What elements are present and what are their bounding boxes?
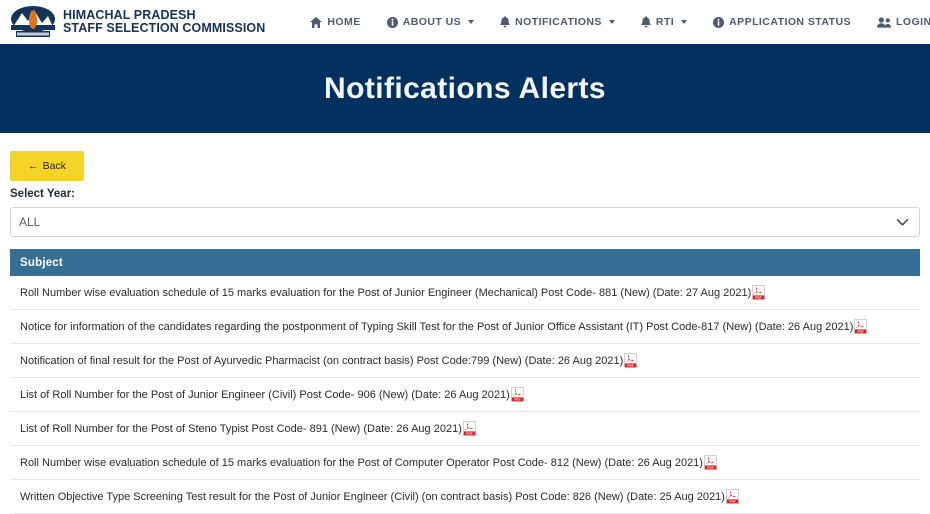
svg-text:PDF: PDF [858, 329, 864, 333]
pdf-icon[interactable]: PDF [726, 489, 739, 504]
page-content: ← Back Select Year: ALL Subject Roll Num… [0, 151, 930, 514]
brand-title: HIMACHAL PRADESH STAFF SELECTION COMMISS… [63, 7, 266, 36]
svg-text:PDF: PDF [628, 363, 634, 367]
table-row[interactable]: List of Roll Number for the Post of Juni… [10, 378, 920, 412]
table-row[interactable]: Roll Number wise evaluation schedule of … [10, 446, 920, 480]
nav-item-notifications-label: NOTIFICATIONS [515, 16, 602, 28]
table-row[interactable]: Roll Number wise evaluation schedule of … [10, 276, 920, 310]
brand-logo[interactable]: HIMACHAL PRADESH STAFF SELECTION COMMISS… [10, 5, 265, 39]
subject-text: Notification of final result for the Pos… [20, 354, 624, 367]
svg-text:PDF: PDF [514, 397, 520, 401]
table-cell-subject[interactable]: List of Roll Number for the Post of Sten… [20, 421, 476, 436]
svg-text:PDF: PDF [729, 499, 735, 503]
table-header-row: Subject [10, 249, 920, 276]
svg-text:PDF: PDF [466, 431, 472, 435]
subject-text: Notice for information of the candidates… [20, 320, 854, 333]
subject-text: List of Roll Number for the Post of Juni… [20, 388, 510, 401]
nav-item-application-status-label: APPLICATION STATUS [729, 16, 851, 28]
hpssc-mountain-emblem-icon [10, 5, 56, 39]
users-icon [876, 16, 891, 28]
pdf-icon[interactable]: PDF [854, 319, 868, 334]
table-cell-subject[interactable]: Roll Number wise evaluation schedule of … [20, 455, 717, 470]
back-button-label: Back [42, 160, 66, 172]
pdf-icon[interactable]: PDF [752, 285, 766, 300]
svg-text:PDF: PDF [756, 295, 762, 299]
home-icon [310, 16, 323, 28]
pdf-icon[interactable]: PDF [704, 455, 717, 470]
table-row[interactable]: Notification of final result for the Pos… [10, 344, 920, 378]
svg-text:PDF: PDF [707, 465, 713, 469]
notifications-table: Subject Roll Number wise evaluation sche… [10, 249, 920, 514]
table-row[interactable]: List of Roll Number for the Post of Sten… [10, 412, 920, 446]
nav-item-application-status[interactable]: APPLICATION STATUS [700, 10, 864, 34]
page-banner: Notifications Alerts [0, 44, 930, 133]
page-title: Notifications Alerts [324, 71, 606, 105]
nav-item-login-label: LOGIN [895, 16, 930, 28]
table-cell-subject[interactable]: Notice for information of the candidates… [20, 319, 868, 334]
table-row[interactable]: Written Objective Type Screening Test re… [10, 480, 920, 514]
nav-item-rti-label: RTI [655, 16, 675, 28]
table-cell-subject[interactable]: Written Objective Type Screening Test re… [20, 489, 739, 504]
select-year-label: Select Year: [10, 188, 76, 200]
table-cell-subject[interactable]: Notification of final result for the Pos… [20, 353, 638, 368]
top-navigation-bar: HIMACHAL PRADESH STAFF SELECTION COMMISS… [0, 0, 930, 44]
table-cell-subject[interactable]: List of Roll Number for the Post of Juni… [20, 387, 524, 402]
chevron-down-icon [468, 20, 475, 24]
nav-item-home[interactable]: HOME [297, 10, 373, 34]
bell-icon [641, 16, 651, 28]
table-cell-subject[interactable]: Roll Number wise evaluation schedule of … [20, 285, 766, 300]
chevron-down-icon [681, 20, 688, 24]
nav-item-home-label: HOME [327, 16, 361, 28]
subject-text: Written Objective Type Screening Test re… [20, 490, 725, 503]
bell-icon [500, 16, 510, 28]
table-row[interactable]: Notice for information of the candidates… [10, 310, 920, 344]
nav-item-login[interactable]: LOGIN [864, 10, 930, 34]
nav-item-about-us-label: ABOUT US [402, 16, 462, 28]
pdf-icon[interactable]: PDF [462, 421, 476, 436]
pdf-icon[interactable]: PDF [624, 353, 638, 368]
brand-line-2: STAFF SELECTION COMMISSION [63, 21, 266, 35]
info-circle-icon [386, 16, 398, 28]
subject-text: Roll Number wise evaluation schedule of … [20, 286, 752, 299]
subject-text: Roll Number wise evaluation schedule of … [20, 456, 703, 469]
select-year-dropdown[interactable]: ALL [10, 207, 920, 237]
arrow-left-icon: ← [28, 160, 39, 172]
subject-text: List of Roll Number for the Post of Sten… [20, 422, 462, 435]
select-year-wrapper: ALL [10, 200, 920, 237]
column-header-subject: Subject [20, 256, 63, 269]
pdf-icon[interactable]: PDF [510, 387, 524, 402]
chevron-down-icon [608, 20, 615, 24]
info-circle-icon [713, 16, 725, 28]
nav-item-rti[interactable]: RTI [628, 10, 700, 34]
nav-item-notifications[interactable]: NOTIFICATIONS [487, 10, 628, 34]
nav-menu: HOME ABOUT US NOTIFICATIONS RTI APPLICAT… [297, 10, 930, 34]
brand-line-1: HIMACHAL PRADESH [63, 7, 196, 22]
back-button[interactable]: ← Back [10, 151, 84, 181]
nav-item-about-us[interactable]: ABOUT US [374, 10, 487, 34]
